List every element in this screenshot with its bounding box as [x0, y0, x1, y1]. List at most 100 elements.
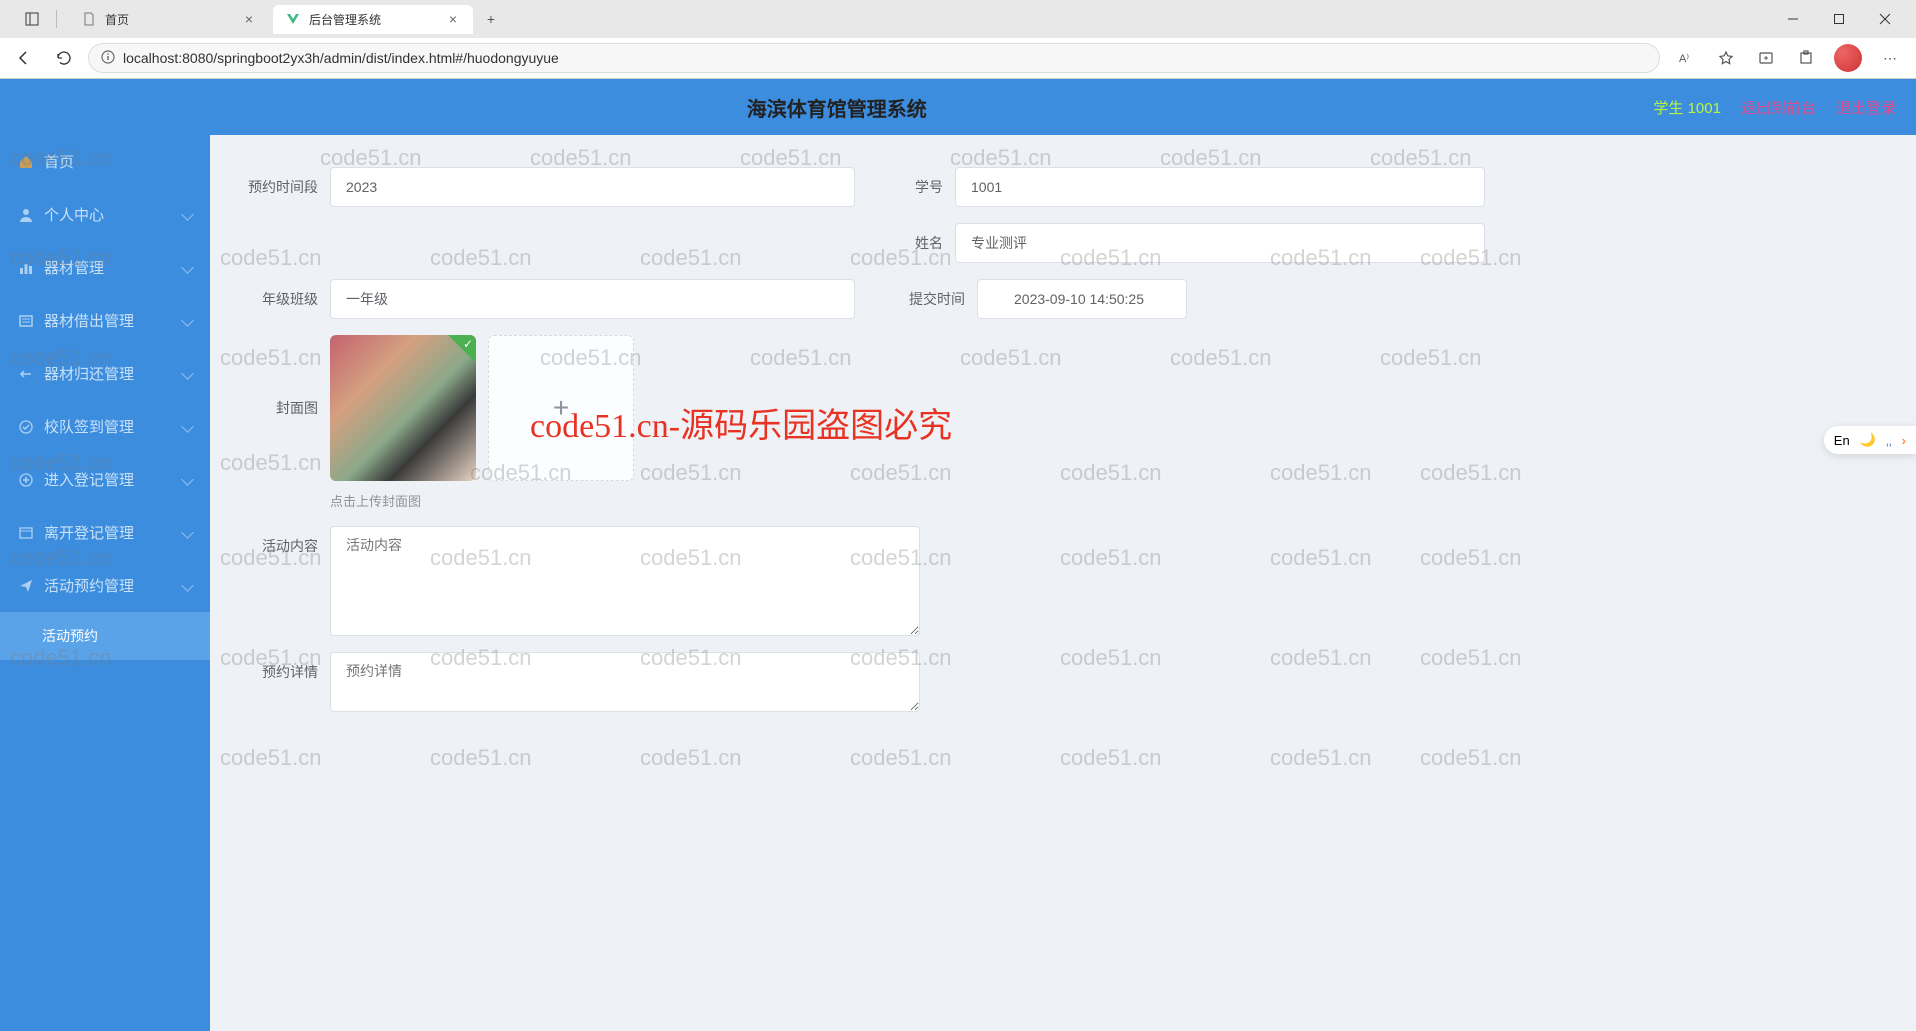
new-tab-button[interactable]: +: [477, 5, 505, 33]
check-icon: ✓: [463, 337, 473, 351]
chevron-right-icon[interactable]: ›: [1902, 433, 1906, 448]
upload-add-button[interactable]: +: [488, 335, 634, 481]
page-icon: [81, 11, 97, 27]
label-cover: 封面图: [240, 335, 318, 481]
label-content: 活动内容: [240, 526, 318, 566]
sidebar-item-enter[interactable]: 进入登记管理: [0, 453, 210, 506]
tab-bar: 首页 × 后台管理系统 × +: [0, 0, 1916, 38]
tab-title: 首页: [105, 11, 233, 28]
close-icon[interactable]: ×: [241, 11, 257, 27]
lang-label: En: [1834, 433, 1850, 448]
sidebar-item-profile[interactable]: 个人中心: [0, 188, 210, 241]
url-text: localhost:8080/springboot2yx3h/admin/dis…: [123, 50, 559, 66]
form-item-grade: 年级班级: [240, 279, 855, 319]
input-name[interactable]: [955, 223, 1485, 263]
form-area: 预约时间段 学号 姓名 年: [210, 167, 1916, 752]
sidebar-item-leave[interactable]: 离开登记管理: [0, 506, 210, 559]
check-icon: [18, 419, 34, 435]
sidebar-item-checkin[interactable]: 校队签到管理: [0, 400, 210, 453]
content-area: 预约时间段 学号 姓名 年: [210, 135, 1916, 1031]
form-item-content: 活动内容: [240, 526, 920, 636]
logout-front-link[interactable]: 退出到前台: [1741, 97, 1816, 118]
label-timeslot: 预约时间段: [240, 167, 318, 207]
sidebar-item-label: 离开登记管理: [44, 522, 134, 543]
form-item-cover: 封面图 ✓ + 点击上传封面图: [240, 335, 634, 510]
form-item-submittime: 提交时间: [895, 279, 1187, 319]
home-icon: [18, 154, 34, 170]
maximize-button[interactable]: [1816, 3, 1862, 35]
app-header: 海滨体育馆管理系统 学生 1001 退出到前台 退出登录: [0, 79, 1916, 135]
form-item-studentid: 学号: [895, 167, 1485, 207]
minimize-button[interactable]: [1770, 3, 1816, 35]
form-item-name: 姓名: [895, 223, 1485, 263]
label-detail: 预约详情: [240, 652, 318, 692]
window-controls: [1770, 3, 1908, 35]
sidebar-item-return[interactable]: 器材归还管理: [0, 347, 210, 400]
sidebar-item-label: 首页: [44, 151, 74, 172]
address-bar: localhost:8080/springboot2yx3h/admin/dis…: [0, 38, 1916, 78]
tab-title: 后台管理系统: [309, 11, 437, 28]
browser-tab-0[interactable]: 首页 ×: [69, 5, 269, 34]
browser-tab-1[interactable]: 后台管理系统 ×: [273, 5, 473, 34]
sidebar-item-label: 进入登记管理: [44, 469, 134, 490]
extensions-icon[interactable]: [1788, 42, 1824, 74]
sidebar-item-reservation[interactable]: 活动预约管理: [0, 559, 210, 612]
app-title: 海滨体育馆管理系统: [20, 93, 1653, 122]
input-studentid[interactable]: [955, 167, 1485, 207]
close-icon[interactable]: ×: [445, 11, 461, 27]
list-icon: [18, 313, 34, 329]
send-icon: [18, 578, 34, 594]
vue-icon: [285, 11, 301, 27]
sidebar-item-label: 个人中心: [44, 204, 104, 225]
more-icon[interactable]: ⋯: [1872, 42, 1908, 74]
sidebar-item-label: 器材借出管理: [44, 310, 134, 331]
label-submittime: 提交时间: [895, 279, 965, 319]
header-right: 学生 1001 退出到前台 退出登录: [1653, 97, 1896, 118]
sidebar-item-home[interactable]: 首页: [0, 135, 210, 188]
language-widget[interactable]: En 🌙 ‚‚ ›: [1824, 426, 1916, 454]
site-info-icon[interactable]: [101, 50, 115, 67]
form-item-detail: 预约详情: [240, 652, 920, 712]
textarea-detail[interactable]: [330, 652, 920, 712]
upload-area: ✓ +: [330, 335, 634, 481]
user-icon: [18, 207, 34, 223]
sidebar-subitem-reservation[interactable]: 活动预约: [0, 612, 210, 660]
sidebar-item-label: 器材归还管理: [44, 363, 134, 384]
leave-icon: [18, 525, 34, 541]
upload-hint: 点击上传封面图: [330, 491, 634, 510]
tab-actions-icon[interactable]: [16, 3, 48, 35]
sidebar-item-label: 器材管理: [44, 257, 104, 278]
sidebar-item-label: 校队签到管理: [44, 416, 134, 437]
user-info: 学生 1001: [1653, 97, 1721, 118]
profile-avatar[interactable]: [1834, 44, 1862, 72]
read-aloud-icon[interactable]: A⁾: [1668, 42, 1704, 74]
refresh-button[interactable]: [48, 42, 80, 74]
return-icon: [18, 366, 34, 382]
close-window-button[interactable]: [1862, 3, 1908, 35]
enter-icon: [18, 472, 34, 488]
upload-thumbnail[interactable]: ✓: [330, 335, 476, 481]
sidebar-item-equipment[interactable]: 器材管理: [0, 241, 210, 294]
favorite-icon[interactable]: [1708, 42, 1744, 74]
svg-text:A⁾: A⁾: [1679, 53, 1689, 65]
browser-toolbar: A⁾ ⋯: [1668, 42, 1908, 74]
window-controls-left: [8, 3, 65, 35]
input-submittime[interactable]: [977, 279, 1187, 319]
label-studentid: 学号: [895, 167, 943, 207]
browser-chrome: 首页 × 后台管理系统 × +: [0, 0, 1916, 79]
back-button[interactable]: [8, 42, 40, 74]
label-name: 姓名: [895, 223, 943, 263]
form-item-timeslot: 预约时间段: [240, 167, 855, 207]
label-grade: 年级班级: [240, 279, 318, 319]
url-input[interactable]: localhost:8080/springboot2yx3h/admin/dis…: [88, 43, 1660, 73]
textarea-content[interactable]: [330, 526, 920, 636]
sidebar: 首页 个人中心 器材管理 器材借出管理 器材归还管理 校队签到管理 进入登记管理: [0, 135, 210, 1031]
app-body: 首页 个人中心 器材管理 器材借出管理 器材归还管理 校队签到管理 进入登记管理: [0, 135, 1916, 1031]
collections-icon[interactable]: [1748, 42, 1784, 74]
chart-icon: [18, 260, 34, 276]
logout-link[interactable]: 退出登录: [1836, 97, 1896, 118]
input-grade[interactable]: [330, 279, 855, 319]
input-timeslot[interactable]: [330, 167, 855, 207]
quotes-icon: ‚‚: [1886, 433, 1892, 448]
sidebar-item-borrow[interactable]: 器材借出管理: [0, 294, 210, 347]
